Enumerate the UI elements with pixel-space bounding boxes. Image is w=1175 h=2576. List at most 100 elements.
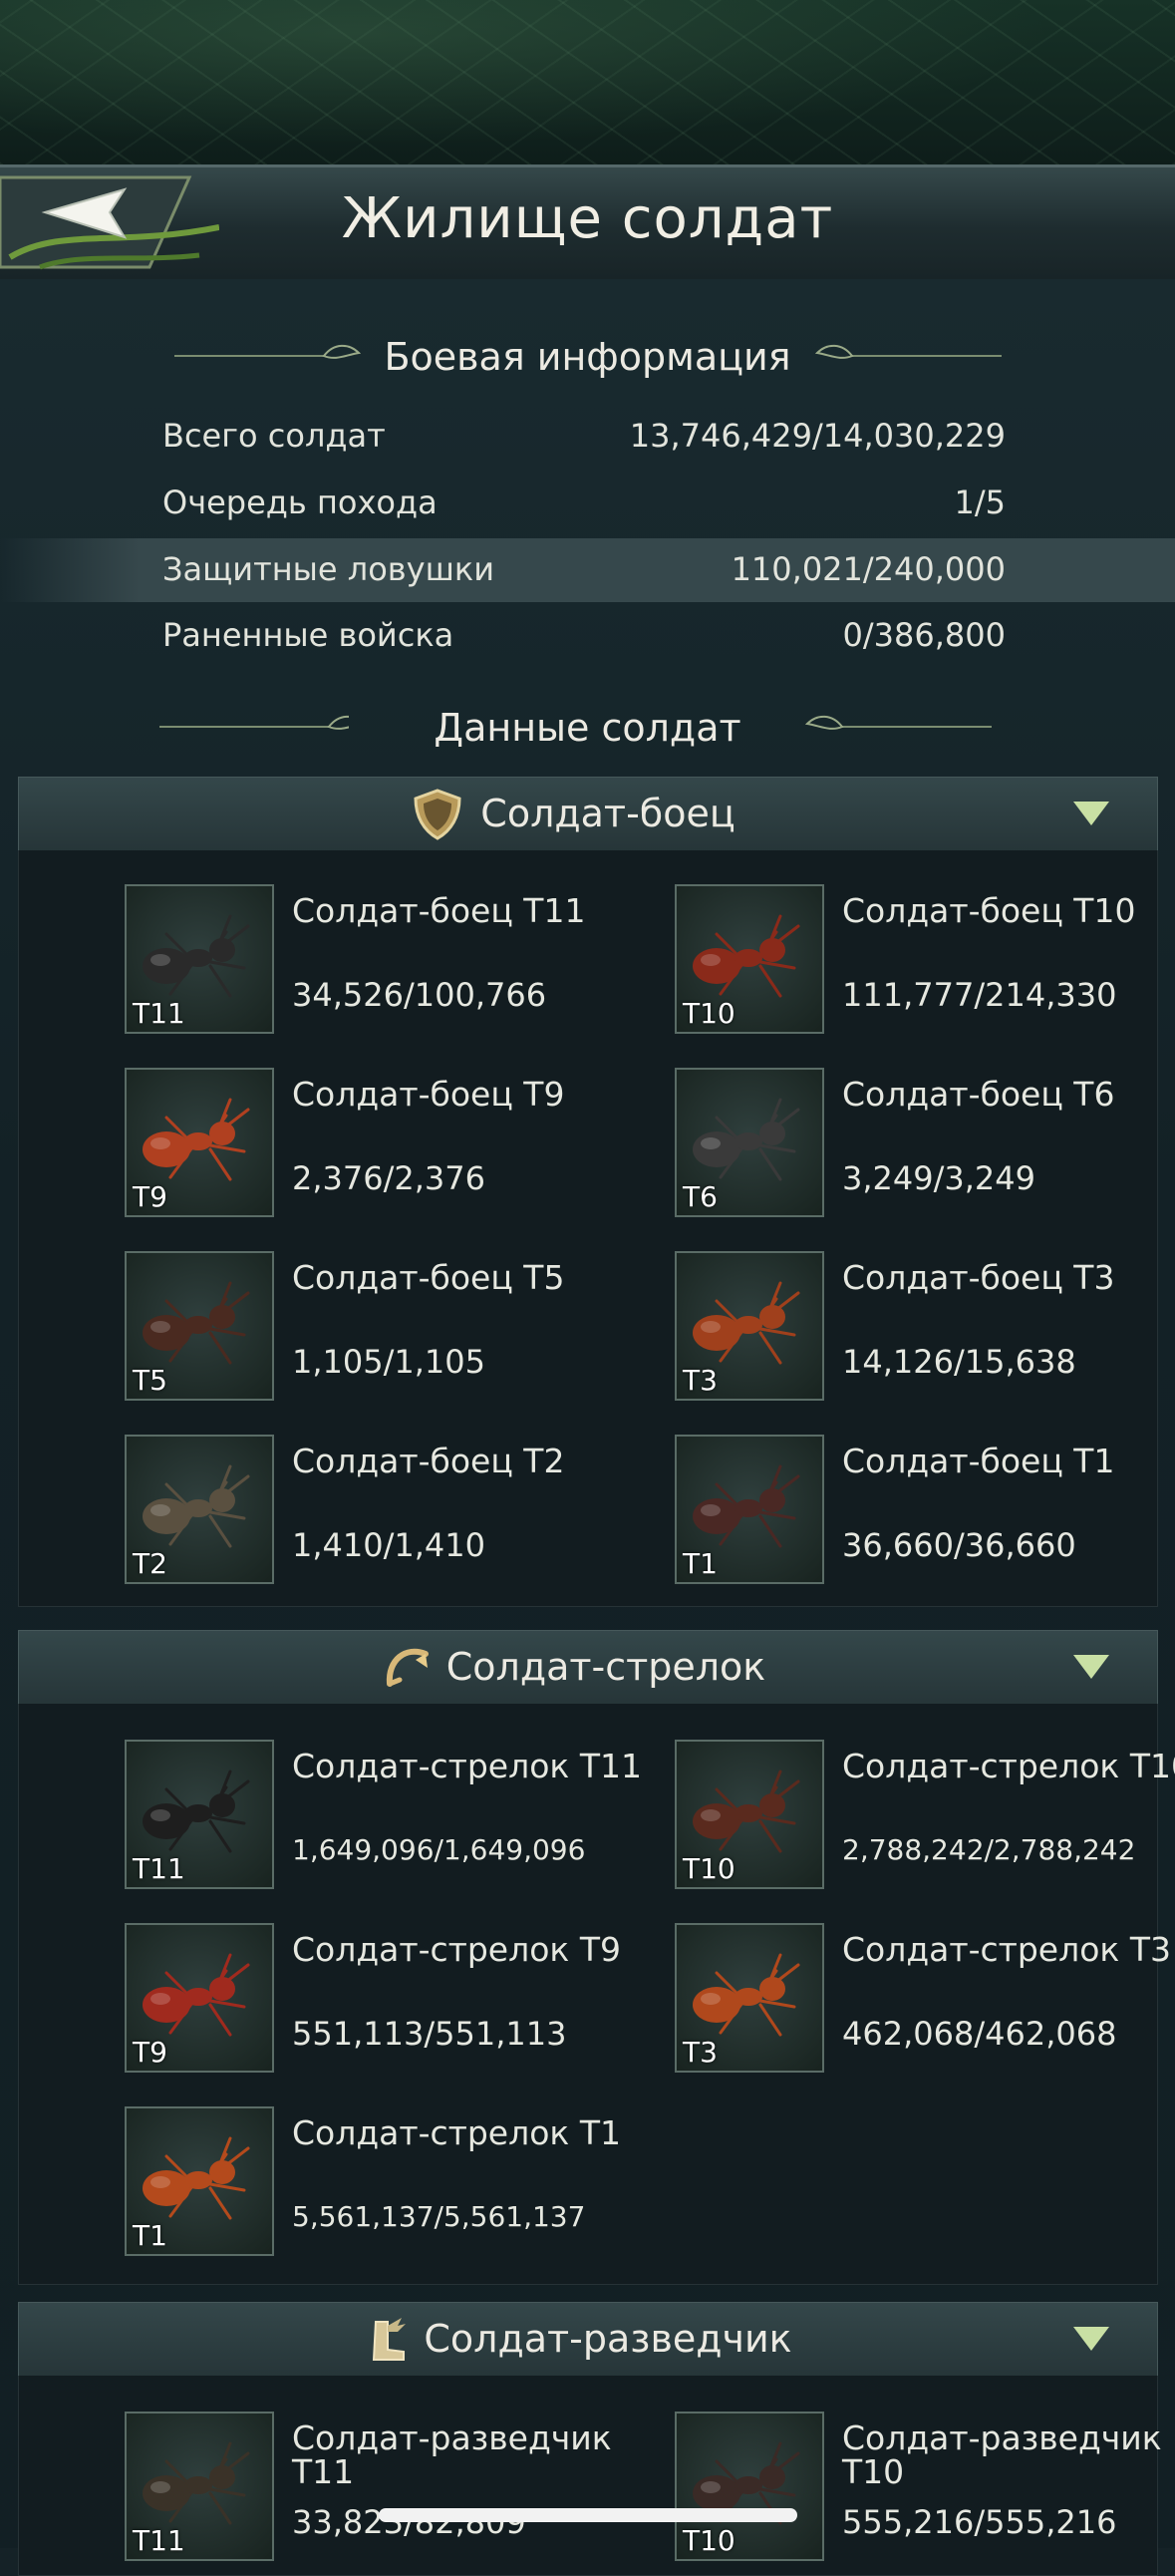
tier-badge: T1 xyxy=(683,1547,718,1580)
ant-image: T2 xyxy=(125,1435,274,1584)
ant-image: T1 xyxy=(125,2106,274,2256)
unit-count: 34,526/100,766 xyxy=(292,976,547,1014)
home-indicator[interactable] xyxy=(379,2508,797,2522)
soldier-data-heading: Данные солдат xyxy=(434,706,741,750)
ant-image: T11 xyxy=(125,1740,274,1889)
category-fighter-panel: T11 Солдат-боец T11 34,526/100,766 T10 Солд… xyxy=(18,850,1158,1607)
tier-badge: T11 xyxy=(133,2524,185,2557)
unit-card[interactable]: T3 Солдат-боец T3 14,126/15,638 xyxy=(675,1251,1175,1401)
category-archer-header[interactable]: Солдат-стрелок xyxy=(18,1630,1158,1706)
tier-badge: T5 xyxy=(133,1364,167,1397)
tier-badge: T3 xyxy=(683,1364,718,1397)
page-title: Жилище солдат xyxy=(341,186,834,251)
tier-badge: T2 xyxy=(133,1547,167,1580)
unit-count: 2,788,242/2,788,242 xyxy=(842,1833,1136,1866)
ant-image: T3 xyxy=(675,1923,824,2073)
unit-card[interactable]: T9 Солдат-боец T9 2,376/2,376 xyxy=(125,1068,663,1217)
tier-badge: T11 xyxy=(133,1852,185,1885)
unit-name: Солдат-боец T1 xyxy=(842,1442,1115,1480)
unit-card[interactable]: T6 Солдат-боец T6 3,249/3,249 xyxy=(675,1068,1175,1217)
collapse-triangle-icon[interactable] xyxy=(1073,802,1109,825)
ant-image: T10 xyxy=(675,2412,824,2561)
unit-count: 2,376/2,376 xyxy=(292,1159,485,1197)
unit-card[interactable]: T10 Солдат-боец T10 111,777/214,330 xyxy=(675,884,1175,1034)
unit-count: 3,249/3,249 xyxy=(842,1159,1035,1197)
unit-card[interactable]: T11 Солдат-боец T11 34,526/100,766 xyxy=(125,884,663,1034)
unit-count: 5,561,137/5,561,137 xyxy=(292,2200,586,2233)
tier-badge: T1 xyxy=(133,2219,167,2252)
category-title: Солдат-боец xyxy=(480,792,735,835)
tier-badge: T9 xyxy=(133,1180,167,1213)
unit-count: 36,660/36,660 xyxy=(842,1526,1076,1564)
unit-name: Солдат-боец T10 xyxy=(842,891,1136,930)
tier-badge: T3 xyxy=(683,2036,718,2069)
unit-name: Солдат-стрелок T1 xyxy=(292,2113,621,2152)
ant-image: T6 xyxy=(675,1068,824,1217)
info-value: 0/386,800 xyxy=(842,616,1006,654)
category-archer-panel: T11 Солдат-стрелок T11 1,649,096/1,649,096… xyxy=(18,1704,1175,2285)
info-value: 13,746,429/14,030,229 xyxy=(629,417,1006,455)
info-row-defense-traps: Защитные ловушки 110,021/240,000 xyxy=(0,538,1175,602)
unit-name: Солдат-стрелок T3 xyxy=(842,1930,1171,1969)
ant-image: T11 xyxy=(125,884,274,1034)
unit-name: Солдат-разведчик T11 xyxy=(292,2418,612,2491)
unit-card[interactable]: T3 Солдат-стрелок T3 462,068/462,068 xyxy=(675,1923,1175,2073)
ant-image: T1 xyxy=(675,1435,824,1584)
tier-badge: T11 xyxy=(133,997,185,1030)
ant-image: T9 xyxy=(125,1923,274,2073)
unit-name: Солдат-стрелок T11 xyxy=(292,1747,642,1785)
unit-name: Солдат-боец T9 xyxy=(292,1075,565,1114)
ant-image: T5 xyxy=(125,1251,274,1401)
tier-badge: T6 xyxy=(683,1180,718,1213)
ant-image: T9 xyxy=(125,1068,274,1217)
unit-card[interactable]: T9 Солдат-стрелок T9 551,113/551,113 xyxy=(125,1923,663,2073)
info-label: Защитные ловушки xyxy=(162,550,494,588)
info-value: 1/5 xyxy=(954,483,1007,521)
unit-name: Солдат-стрелок T10 xyxy=(842,1747,1175,1785)
right-ornament-icon xyxy=(804,715,992,730)
unit-name: Солдат-боец T3 xyxy=(842,1258,1115,1297)
unit-count: 111,777/214,330 xyxy=(842,976,1117,1014)
unit-card[interactable]: T10 Солдат-разведчик T10 555,216/555,216 xyxy=(675,2412,1175,2561)
unit-name: Солдат-стрелок T9 xyxy=(292,1930,621,1969)
info-label: Всего солдат xyxy=(162,417,386,455)
unit-card[interactable]: T2 Солдат-боец T2 1,410/1,410 xyxy=(125,1435,663,1584)
unit-card[interactable]: T1 Солдат-боец T1 36,660/36,660 xyxy=(675,1435,1175,1584)
info-label: Раненные войска xyxy=(162,616,454,654)
unit-name: Солдат-боец T2 xyxy=(292,1442,565,1480)
unit-count: 1,105/1,105 xyxy=(292,1343,485,1381)
unit-name: Солдат-боец T11 xyxy=(292,891,586,930)
category-title: Солдат-стрелок xyxy=(445,1645,766,1689)
category-scout-panel: T11 Солдат-разведчик T11 33,823/82,809 T10… xyxy=(18,2376,1162,2576)
info-label: Очередь похода xyxy=(162,483,438,521)
unit-card[interactable]: T5 Солдат-боец T5 1,105/1,105 xyxy=(125,1251,663,1401)
tier-badge: T9 xyxy=(133,2036,167,2069)
info-value: 110,021/240,000 xyxy=(731,550,1006,588)
unit-name: Солдат-разведчик T10 xyxy=(842,2418,1162,2491)
ant-image: T10 xyxy=(675,1740,824,1889)
ant-image: T11 xyxy=(125,2412,274,2561)
category-fighter-header[interactable]: Солдат-боец xyxy=(18,777,1158,852)
unit-count: 1,649,096/1,649,096 xyxy=(292,1833,586,1866)
ant-image: T3 xyxy=(675,1251,824,1401)
info-row-wounded: Раненные войска 0/386,800 xyxy=(0,604,1175,668)
unit-card[interactable]: T1 Солдат-стрелок T1 5,561,137/5,561,137 xyxy=(125,2106,663,2256)
unit-count: 1,410/1,410 xyxy=(292,1526,485,1564)
tier-badge: T10 xyxy=(683,2524,735,2557)
category-scout-header[interactable]: Солдат-разведчик xyxy=(18,2302,1158,2378)
unit-card[interactable]: T11 Солдат-разведчик T11 33,823/82,809 xyxy=(125,2412,663,2561)
collapse-triangle-icon[interactable] xyxy=(1073,1655,1109,1679)
unit-count: 14,126/15,638 xyxy=(842,1343,1076,1381)
ant-image: T10 xyxy=(675,884,824,1034)
tier-badge: T10 xyxy=(683,1852,735,1885)
unit-name: Солдат-боец T6 xyxy=(842,1075,1115,1114)
unit-count: 555,216/555,216 xyxy=(842,2503,1117,2541)
unit-name: Солдат-боец T5 xyxy=(292,1258,565,1297)
info-row-total-soldiers: Всего солдат 13,746,429/14,030,229 xyxy=(0,405,1175,469)
unit-card[interactable]: T10 Солдат-стрелок T10 2,788,242/2,788,242 xyxy=(675,1740,1175,1889)
category-title: Солдат-разведчик xyxy=(424,2317,792,2361)
unit-count: 551,113/551,113 xyxy=(292,2015,567,2053)
tier-badge: T10 xyxy=(683,997,735,1030)
unit-card[interactable]: T11 Солдат-стрелок T11 1,649,096/1,649,096 xyxy=(125,1740,663,1889)
collapse-triangle-icon[interactable] xyxy=(1073,2327,1109,2351)
